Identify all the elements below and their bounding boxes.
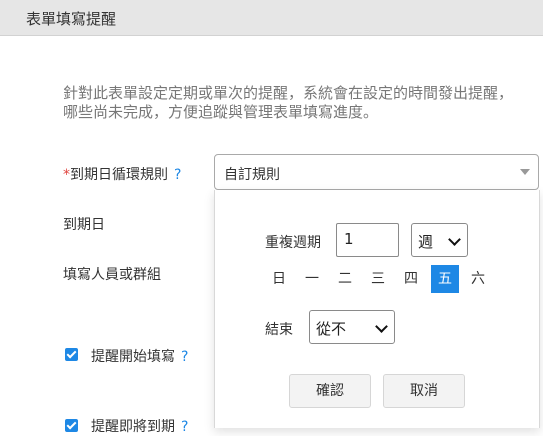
remind-start-checkbox[interactable] bbox=[65, 348, 78, 361]
description-line-2: 哪些尚未完成，方便追蹤與管理表單填寫進度。 bbox=[63, 103, 379, 121]
weekday-thu[interactable]: 四 bbox=[397, 265, 425, 293]
description-line-1: 針對此表單設定定期或單次的提醒，系統會在設定的時間發出提醒， bbox=[63, 84, 514, 102]
weekday-sat[interactable]: 六 bbox=[464, 265, 492, 293]
due-date-label: 到期日 bbox=[63, 217, 105, 233]
help-icon[interactable]: ? bbox=[181, 419, 188, 435]
due-rule-label-text: 到期日循環規則 bbox=[70, 167, 168, 183]
weekday-sun[interactable]: 日 bbox=[265, 265, 293, 293]
caret-down-icon bbox=[520, 169, 530, 175]
period-select[interactable]: 週 bbox=[411, 223, 468, 257]
assignee-label: 填寫人員或群組 bbox=[63, 267, 161, 283]
cancel-button[interactable]: 取消 bbox=[383, 374, 465, 408]
weekday-mon[interactable]: 一 bbox=[298, 265, 326, 293]
remind-start-label-text: 提醒開始填寫 bbox=[91, 349, 175, 365]
remind-due-label-text: 提醒即將到期 bbox=[91, 419, 175, 435]
chevron-down-icon bbox=[448, 233, 461, 246]
help-icon[interactable]: ? bbox=[181, 349, 188, 365]
required-mark: * bbox=[63, 167, 70, 183]
due-rule-label: *到期日循環規則? bbox=[63, 164, 181, 184]
due-rule-value: 自訂規則 bbox=[224, 167, 280, 183]
weekday-wed[interactable]: 三 bbox=[364, 265, 392, 293]
due-rule-select[interactable]: 自訂規則 bbox=[214, 154, 539, 190]
weekday-tue[interactable]: 二 bbox=[331, 265, 359, 293]
remind-due-checkbox[interactable] bbox=[65, 419, 78, 432]
recurrence-popup: 重複週期 1 週 日 一 二 三 四 五 六 結束 從不 確認 取消 bbox=[214, 190, 540, 428]
confirm-button[interactable]: 確認 bbox=[289, 374, 371, 408]
repeat-label: 重複週期 bbox=[265, 235, 321, 251]
end-value: 從不 bbox=[316, 320, 347, 338]
repeat-interval-input[interactable]: 1 bbox=[336, 223, 399, 257]
weekday-fri-selected[interactable]: 五 bbox=[431, 265, 459, 293]
remind-due-label: 提醒即將到期? bbox=[91, 416, 188, 436]
description: 針對此表單設定定期或單次的提醒，系統會在設定的時間發出提醒， 哪些尚未完成，方便… bbox=[63, 84, 543, 122]
end-label: 結束 bbox=[265, 322, 293, 338]
end-select[interactable]: 從不 bbox=[309, 310, 395, 344]
remind-start-label: 提醒開始填寫? bbox=[91, 346, 188, 366]
period-value: 週 bbox=[418, 233, 434, 251]
chevron-down-icon bbox=[375, 320, 388, 333]
panel-title: 表單填寫提醒 bbox=[26, 10, 117, 28]
help-icon[interactable]: ? bbox=[174, 167, 181, 183]
panel-header: 表單填寫提醒 bbox=[0, 0, 543, 36]
